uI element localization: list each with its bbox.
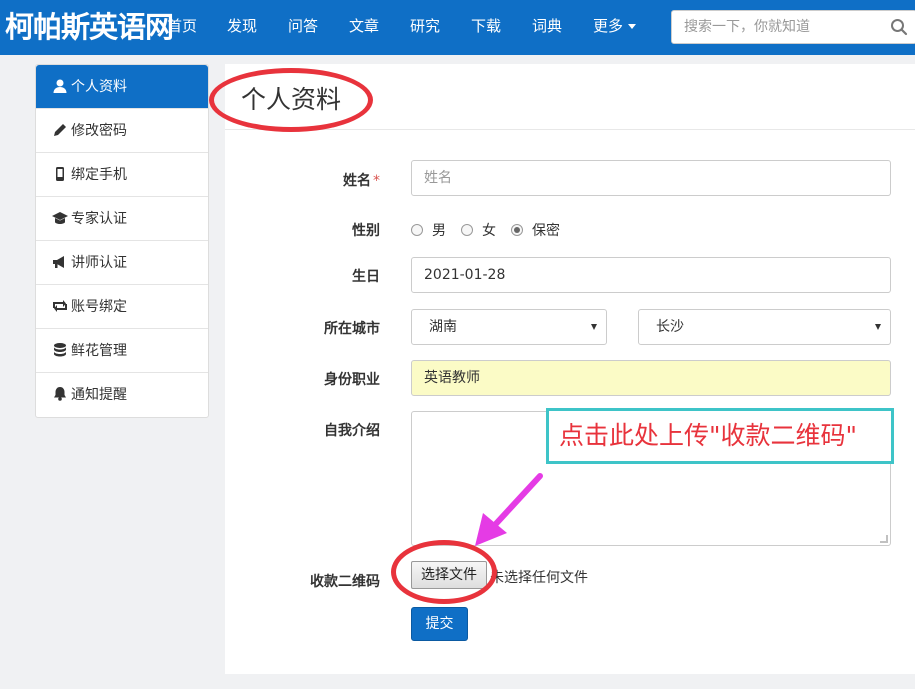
nav-more-dropdown[interactable]: 更多: [593, 0, 637, 55]
bullhorn-icon: [53, 256, 64, 268]
nav-discover[interactable]: 发现: [227, 0, 257, 55]
gender-radio-female[interactable]: [461, 224, 473, 236]
retweet-icon: [53, 300, 67, 312]
sidebar-item-label: 讲师认证: [71, 255, 127, 271]
required-mark: *: [373, 173, 380, 189]
province-select[interactable]: 湖南: [411, 309, 607, 345]
city-label: 所在城市: [324, 321, 380, 337]
nav-dictionary[interactable]: 词典: [532, 0, 562, 55]
sidebar-item-profile[interactable]: 个人资料: [36, 65, 208, 109]
resize-handle-icon[interactable]: [880, 535, 888, 543]
nav-more-label: 更多: [593, 17, 624, 35]
nav-qa[interactable]: 问答: [288, 0, 318, 55]
intro-label: 自我介绍: [324, 423, 380, 439]
sidebar-item-label: 修改密码: [71, 123, 127, 139]
nav-download[interactable]: 下载: [471, 0, 501, 55]
name-label: 姓名 *: [300, 170, 380, 190]
upload-callout-box: 点击此处上传"收款二维码": [546, 408, 894, 464]
occupation-input[interactable]: 英语教师: [411, 360, 891, 396]
sidebar-item-label: 个人资料: [71, 79, 127, 95]
birthday-label: 生日: [352, 269, 380, 285]
select-arrow-icon: [591, 324, 597, 330]
name-label-text: 姓名: [343, 173, 371, 189]
top-navbar: 柯帕斯英语网 首页 发现 问答 文章 研究 下载 词典 更多: [0, 0, 915, 55]
sidebar-item-label: 鲜花管理: [71, 343, 127, 359]
gender-label: 性别: [352, 223, 380, 239]
search-input[interactable]: [684, 17, 874, 37]
qrcode-label: 收款二维码: [310, 574, 380, 590]
sidebar-item-flowers[interactable]: 鲜花管理: [36, 329, 208, 373]
search-icon[interactable]: [890, 18, 908, 36]
city-value: 长沙: [656, 319, 684, 335]
sidebar-item-label: 专家认证: [71, 211, 127, 227]
name-input[interactable]: 姓名: [411, 160, 891, 196]
gender-radio-secret[interactable]: [511, 224, 523, 236]
nav-research[interactable]: 研究: [410, 0, 440, 55]
gender-radio-male[interactable]: [411, 224, 423, 236]
database-icon: [54, 343, 66, 357]
bell-icon: [54, 387, 66, 401]
province-value: 湖南: [429, 319, 457, 335]
graduation-cap-icon: [52, 212, 68, 224]
pencil-icon: [54, 124, 66, 136]
search-box: [671, 10, 915, 44]
gender-male-label: 男: [432, 223, 446, 239]
user-icon: [53, 79, 67, 93]
gender-female-label: 女: [482, 223, 496, 239]
caret-down-icon: [628, 24, 637, 29]
sidebar-menu: 个人资料 修改密码 绑定手机 专家认证 讲师认证 账号绑定 鲜花管理 通知提醒: [35, 64, 209, 418]
sidebar-item-label: 绑定手机: [71, 167, 127, 183]
sidebar-item-notifications[interactable]: 通知提醒: [36, 373, 208, 417]
birthday-input[interactable]: 2021-01-28: [411, 257, 891, 293]
city-select[interactable]: 长沙: [638, 309, 891, 345]
sidebar-item-expert-cert[interactable]: 专家认证: [36, 197, 208, 241]
occupation-label: 身份职业: [324, 372, 380, 388]
sidebar-item-lecturer-cert[interactable]: 讲师认证: [36, 241, 208, 285]
sidebar-item-bind-phone[interactable]: 绑定手机: [36, 153, 208, 197]
nav-articles[interactable]: 文章: [349, 0, 379, 55]
file-status-text: 未选择任何文件: [490, 570, 588, 586]
nav-home[interactable]: 首页: [167, 0, 197, 55]
sidebar-item-account-binding[interactable]: 账号绑定: [36, 285, 208, 329]
sidebar-item-label: 账号绑定: [71, 299, 127, 315]
mobile-icon: [56, 167, 64, 181]
select-arrow-icon: [875, 324, 881, 330]
title-highlight-ellipse: [209, 68, 373, 132]
site-logo[interactable]: 柯帕斯英语网: [5, 8, 174, 46]
gender-secret-label: 保密: [532, 223, 560, 239]
upload-highlight-ellipse: [391, 540, 497, 604]
sidebar-item-change-password[interactable]: 修改密码: [36, 109, 208, 153]
sidebar-item-label: 通知提醒: [71, 387, 127, 403]
submit-button[interactable]: 提交: [411, 607, 468, 641]
